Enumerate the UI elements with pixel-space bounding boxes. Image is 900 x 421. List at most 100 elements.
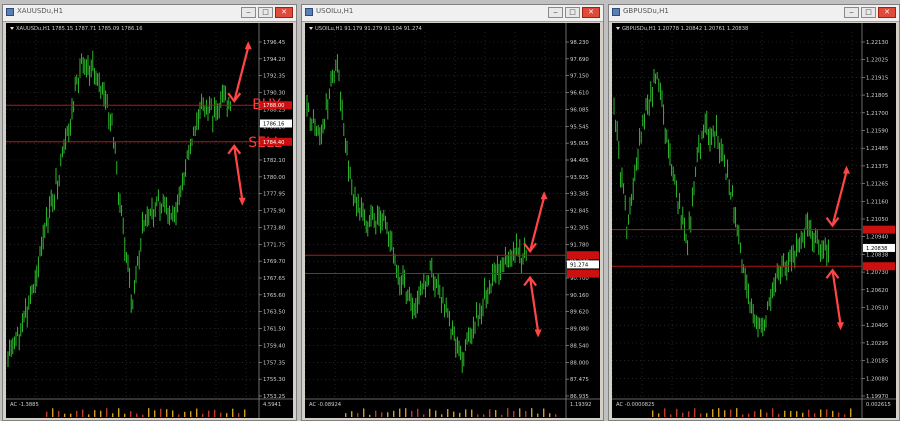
oscillator-bar — [718, 408, 720, 417]
price-axis-label: 1755.30 — [263, 377, 286, 383]
oscillator-bar — [459, 412, 461, 417]
oscillator-bar — [652, 410, 654, 417]
chart-window-gbpusd[interactable]: GBPUSDu,H1 ‒ □ ✕ GBPUSDu,H1 1.20778 1.20… — [608, 4, 900, 421]
price-axis-label: 93.385 — [570, 192, 589, 198]
minimize-button[interactable]: ‒ — [548, 7, 563, 18]
oscillator-bar — [555, 414, 557, 417]
oscillator-label: AC -0.08924 — [309, 402, 342, 408]
oscillator-bar — [166, 409, 168, 417]
minimize-icon: ‒ — [553, 8, 558, 16]
oscillator-bar — [202, 413, 204, 417]
minimize-button[interactable]: ‒ — [844, 7, 859, 18]
oscillator-bar — [495, 409, 497, 417]
level-price-label: 1788.00 — [263, 103, 284, 109]
oscillator-bar — [513, 411, 515, 417]
maximize-button[interactable]: □ — [861, 7, 876, 18]
oscillator-bar — [664, 408, 666, 417]
oscillator-bar — [357, 413, 359, 417]
window-titlebar[interactable]: USOILu,H1 ‒ □ ✕ — [302, 5, 603, 22]
chart-info-line: XAUUSDu,H1 1785.15 1787.71 1785.09 1786.… — [16, 26, 143, 32]
oscillator-bar — [531, 408, 533, 417]
oscillator-bar — [363, 408, 365, 417]
price-axis-label: 96.085 — [570, 107, 589, 113]
price-axis-label: 1780.00 — [263, 175, 286, 181]
oscillator-bar — [112, 413, 114, 417]
price-axis-label: 1765.60 — [263, 293, 286, 299]
price-chart[interactable]: BUYSELLXAUUSDu,H1 1785.15 1787.71 1785.0… — [6, 23, 293, 418]
price-axis-label: 97.690 — [570, 57, 589, 63]
oscillator-bar — [46, 411, 48, 417]
oscillator-bar — [844, 414, 846, 417]
price-chart[interactable]: GBPUSDu,H1 1.20778 1.20842 1.20761 1.208… — [612, 23, 896, 418]
oscillator-bar — [670, 414, 672, 417]
oscillator-bar — [435, 410, 437, 417]
price-axis-label: 1.20940 — [866, 235, 889, 241]
current-price-label: 1786.16 — [263, 122, 284, 128]
oscillator-bar — [814, 413, 816, 417]
price-axis-label: 1790.30 — [263, 91, 286, 97]
oscillator-bar — [136, 413, 138, 417]
oscillator-bar — [790, 410, 792, 417]
chart-window-xauusd[interactable]: XAUUSDu,H1 ‒ □ ✕ BUYSELLXAUUSDu,H1 1785.… — [2, 4, 297, 421]
price-axis-label: 92.305 — [570, 225, 589, 231]
oscillator-bar — [184, 411, 186, 417]
oscillator-bar — [369, 414, 371, 417]
price-axis-label: 1759.40 — [263, 343, 286, 349]
oscillator-bar — [730, 409, 732, 417]
oscillator-bar — [802, 412, 804, 417]
chart-window-usoil[interactable]: USOILu,H1 ‒ □ ✕ USOILu,H1 91.179 91.279 … — [301, 4, 604, 421]
oscillator-bar — [417, 408, 419, 417]
maximize-button[interactable]: □ — [565, 7, 580, 18]
oscillator-bar — [784, 410, 786, 417]
oscillator-bar — [208, 410, 210, 417]
oscillator-bar — [826, 409, 828, 417]
oscillator-bar — [148, 408, 150, 417]
price-axis-label: 1782.10 — [263, 158, 286, 164]
minimize-icon: ‒ — [246, 8, 251, 16]
oscillator-bar — [232, 408, 234, 417]
price-axis-label: 1.21915 — [866, 75, 888, 81]
oscillator-bar — [405, 408, 407, 417]
price-axis-label: 1.21590 — [866, 129, 889, 135]
chart-background — [612, 23, 896, 418]
oscillator-bar — [429, 408, 431, 417]
price-axis-label: 1.20185 — [866, 359, 888, 365]
oscillator-bar — [82, 409, 84, 417]
oscillator-bar — [748, 413, 750, 417]
close-icon: ✕ — [588, 8, 594, 16]
close-button[interactable]: ✕ — [582, 7, 600, 18]
price-chart[interactable]: USOILu,H1 91.179 91.279 91.104 91.274 98.… — [305, 23, 600, 418]
price-axis-label: 94.465 — [570, 158, 589, 164]
close-icon: ✕ — [281, 8, 287, 16]
oscillator-bar — [190, 411, 192, 417]
level-price-box — [567, 251, 599, 260]
window-titlebar[interactable]: XAUUSDu,H1 ‒ □ ✕ — [3, 5, 296, 22]
oscillator-bar — [124, 413, 126, 417]
oscillator-bar — [796, 411, 798, 417]
oscillator-bar — [220, 412, 222, 417]
minimize-button[interactable]: ‒ — [241, 7, 256, 18]
oscillator-bar — [172, 410, 174, 417]
oscillator-bar — [519, 408, 521, 417]
maximize-button[interactable]: □ — [258, 7, 273, 18]
oscillator-bar — [712, 409, 714, 417]
oscillator-bar — [489, 409, 491, 417]
price-axis-label: 91.780 — [570, 242, 589, 248]
close-button[interactable]: ✕ — [275, 7, 293, 18]
price-axis-label: 95.545 — [570, 124, 589, 130]
oscillator-bar — [820, 409, 822, 417]
oscillator-bar — [471, 409, 473, 417]
window-title: XAUUSDu,H1 — [17, 7, 64, 15]
oscillator-bar — [501, 414, 503, 417]
window-titlebar[interactable]: GBPUSDu,H1 ‒ □ ✕ — [609, 5, 899, 22]
price-axis-label: 1.21375 — [866, 164, 888, 170]
oscillator-bar — [351, 411, 353, 417]
price-axis-label: 1763.50 — [263, 310, 286, 316]
oscillator-bar — [411, 410, 413, 417]
chart-info-line: USOILu,H1 91.179 91.279 91.104 91.274 — [315, 26, 423, 32]
close-button[interactable]: ✕ — [878, 7, 896, 18]
price-axis-label: 1775.90 — [263, 209, 286, 215]
price-axis-label: 1796.45 — [263, 40, 285, 46]
oscillator-bar — [754, 411, 756, 417]
price-axis-label: 1.21805 — [866, 93, 888, 99]
